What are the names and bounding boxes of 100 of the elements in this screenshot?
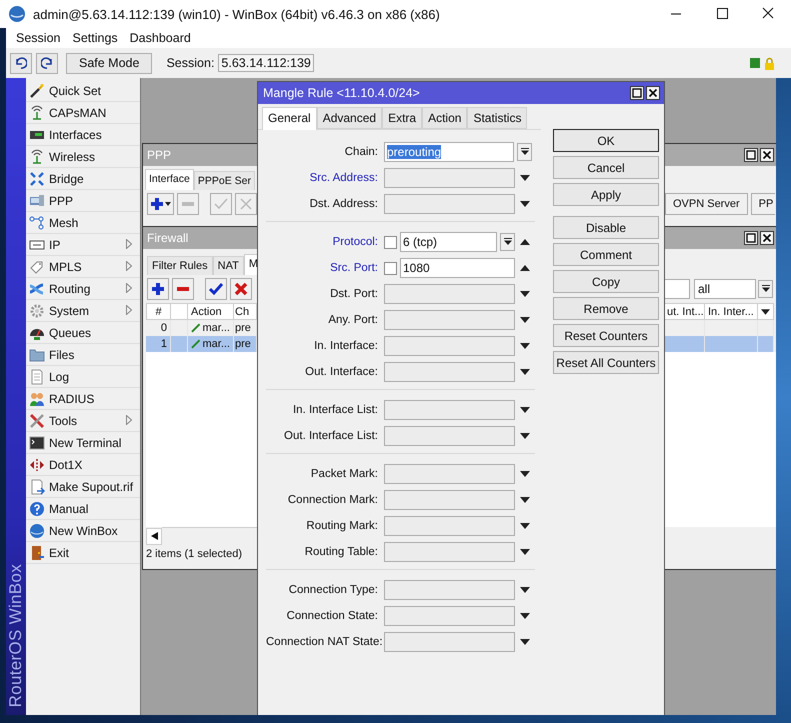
input-field[interactable] bbox=[384, 464, 515, 484]
sidebar-item[interactable]: New Terminal bbox=[26, 432, 140, 454]
close-icon[interactable] bbox=[760, 148, 774, 162]
tab[interactable]: General bbox=[262, 107, 317, 130]
dropdown-arrow-icon[interactable] bbox=[520, 471, 530, 477]
negate-checkbox[interactable] bbox=[384, 236, 397, 248]
input-field[interactable] bbox=[384, 194, 515, 214]
tab[interactable]: M bbox=[244, 254, 257, 275]
input-field[interactable] bbox=[384, 168, 515, 188]
column-header[interactable]: # bbox=[146, 303, 171, 320]
dialog-button[interactable]: Copy bbox=[553, 270, 659, 293]
dropdown-arrow-icon[interactable] bbox=[520, 613, 530, 619]
menu-item[interactable]: Dashboard bbox=[124, 31, 197, 45]
input-field[interactable] bbox=[384, 426, 515, 446]
input-field[interactable]: 1080 bbox=[400, 258, 515, 278]
maximize-icon[interactable] bbox=[744, 148, 758, 162]
dialog-button[interactable]: Reset Counters bbox=[553, 324, 659, 347]
dropdown-arrow-icon[interactable] bbox=[520, 523, 530, 529]
dropdown-arrow-icon[interactable] bbox=[520, 433, 530, 439]
tab[interactable]: Interface bbox=[145, 169, 194, 190]
menu-item[interactable]: Settings bbox=[66, 31, 124, 45]
tab[interactable]: Extra bbox=[382, 107, 422, 129]
dialog-button[interactable]: Comment bbox=[553, 243, 659, 266]
dropdown-arrow-icon[interactable] bbox=[520, 639, 530, 645]
redo-button[interactable] bbox=[36, 52, 58, 74]
sidebar-item[interactable]: Manual bbox=[26, 498, 140, 520]
close-icon[interactable] bbox=[760, 231, 774, 245]
dropdown-button[interactable] bbox=[758, 280, 773, 298]
sidebar-item[interactable]: Interfaces bbox=[26, 124, 140, 146]
input-field[interactable] bbox=[384, 400, 515, 420]
dropdown-arrow-icon[interactable] bbox=[520, 175, 530, 181]
dropdown-button[interactable] bbox=[500, 233, 515, 251]
input-field[interactable]: 6 (tcp) bbox=[400, 232, 497, 252]
input-field[interactable] bbox=[384, 490, 515, 510]
toolbar-button[interactable]: OVPN Server bbox=[665, 193, 748, 215]
enable-button[interactable] bbox=[205, 278, 227, 300]
scroll-left-button[interactable] bbox=[146, 528, 162, 544]
tab[interactable]: NAT bbox=[212, 256, 244, 275]
dropdown-arrow-icon[interactable] bbox=[520, 343, 530, 349]
dropdown-button[interactable] bbox=[517, 143, 532, 161]
safe-mode-button[interactable]: Safe Mode bbox=[66, 52, 152, 74]
filter-select[interactable]: all bbox=[694, 279, 756, 299]
input-field[interactable]: prerouting bbox=[384, 142, 514, 162]
sidebar-item[interactable]: Queues bbox=[26, 322, 140, 344]
sidebar-item[interactable]: Tools bbox=[26, 410, 140, 432]
tab[interactable]: Statistics bbox=[467, 107, 528, 129]
sidebar-item[interactable]: Make Supout.rif bbox=[26, 476, 140, 498]
input-field[interactable] bbox=[384, 606, 515, 626]
sidebar-item[interactable]: Routing bbox=[26, 278, 140, 300]
tab[interactable]: Filter Rules bbox=[147, 256, 213, 275]
negate-checkbox[interactable] bbox=[384, 262, 397, 274]
disable-button[interactable] bbox=[230, 278, 252, 300]
sidebar-item[interactable]: Exit bbox=[26, 542, 140, 564]
session-field[interactable]: 5.63.14.112:139 bbox=[218, 54, 314, 72]
dialog-button[interactable]: OK bbox=[553, 129, 659, 152]
sidebar-item[interactable]: MPLS bbox=[26, 256, 140, 278]
dropdown-arrow-icon[interactable] bbox=[520, 201, 530, 207]
search-field[interactable] bbox=[664, 279, 690, 299]
input-field[interactable] bbox=[384, 632, 515, 652]
input-field[interactable] bbox=[384, 336, 515, 356]
tab[interactable]: PPPoE Ser bbox=[194, 171, 255, 190]
add-button[interactable] bbox=[147, 278, 169, 300]
column-header[interactable]: Action bbox=[188, 303, 234, 320]
table-row[interactable]: 1 mar... pre bbox=[143, 336, 260, 352]
sidebar-item[interactable]: Log bbox=[26, 366, 140, 388]
input-field[interactable] bbox=[384, 310, 515, 330]
collapse-arrow-icon[interactable] bbox=[520, 239, 530, 245]
remove-button[interactable] bbox=[172, 278, 194, 300]
sidebar-item[interactable]: New WinBox bbox=[26, 520, 140, 542]
dropdown-arrow-icon[interactable] bbox=[520, 369, 530, 375]
input-field[interactable] bbox=[384, 284, 515, 304]
toolbar-button[interactable]: PP bbox=[750, 193, 776, 215]
column-header[interactable]: ut. Int... bbox=[664, 303, 705, 320]
dropdown-arrow-icon[interactable] bbox=[520, 549, 530, 555]
sidebar-item[interactable]: IP bbox=[26, 234, 140, 256]
column-menu-button[interactable] bbox=[758, 303, 774, 320]
maximize-icon[interactable] bbox=[630, 86, 644, 100]
column-header[interactable]: Ch bbox=[234, 303, 257, 320]
collapse-arrow-icon[interactable] bbox=[520, 265, 530, 271]
add-button[interactable] bbox=[147, 193, 174, 215]
column-header[interactable]: In. Inter... bbox=[705, 303, 758, 320]
close-icon[interactable] bbox=[646, 86, 660, 100]
sidebar-item[interactable]: Files bbox=[26, 344, 140, 366]
dropdown-arrow-icon[interactable] bbox=[520, 587, 530, 593]
menu-item[interactable]: Session bbox=[10, 31, 66, 45]
dialog-button[interactable]: Remove bbox=[553, 297, 659, 320]
undo-button[interactable] bbox=[10, 52, 32, 74]
sidebar-item[interactable]: RADIUS bbox=[26, 388, 140, 410]
dropdown-arrow-icon[interactable] bbox=[520, 317, 530, 323]
input-field[interactable] bbox=[384, 362, 515, 382]
maximize-icon[interactable] bbox=[744, 231, 758, 245]
caret-icon[interactable] bbox=[761, 308, 770, 314]
input-field[interactable] bbox=[384, 580, 515, 600]
dropdown-arrow-icon[interactable] bbox=[520, 497, 530, 503]
input-field[interactable] bbox=[384, 542, 515, 562]
sidebar-item[interactable]: PPP bbox=[26, 190, 140, 212]
dialog-button[interactable]: Disable bbox=[553, 216, 659, 239]
input-field[interactable] bbox=[384, 516, 515, 536]
dropdown-arrow-icon[interactable] bbox=[520, 407, 530, 413]
tab[interactable]: Action bbox=[422, 107, 468, 129]
